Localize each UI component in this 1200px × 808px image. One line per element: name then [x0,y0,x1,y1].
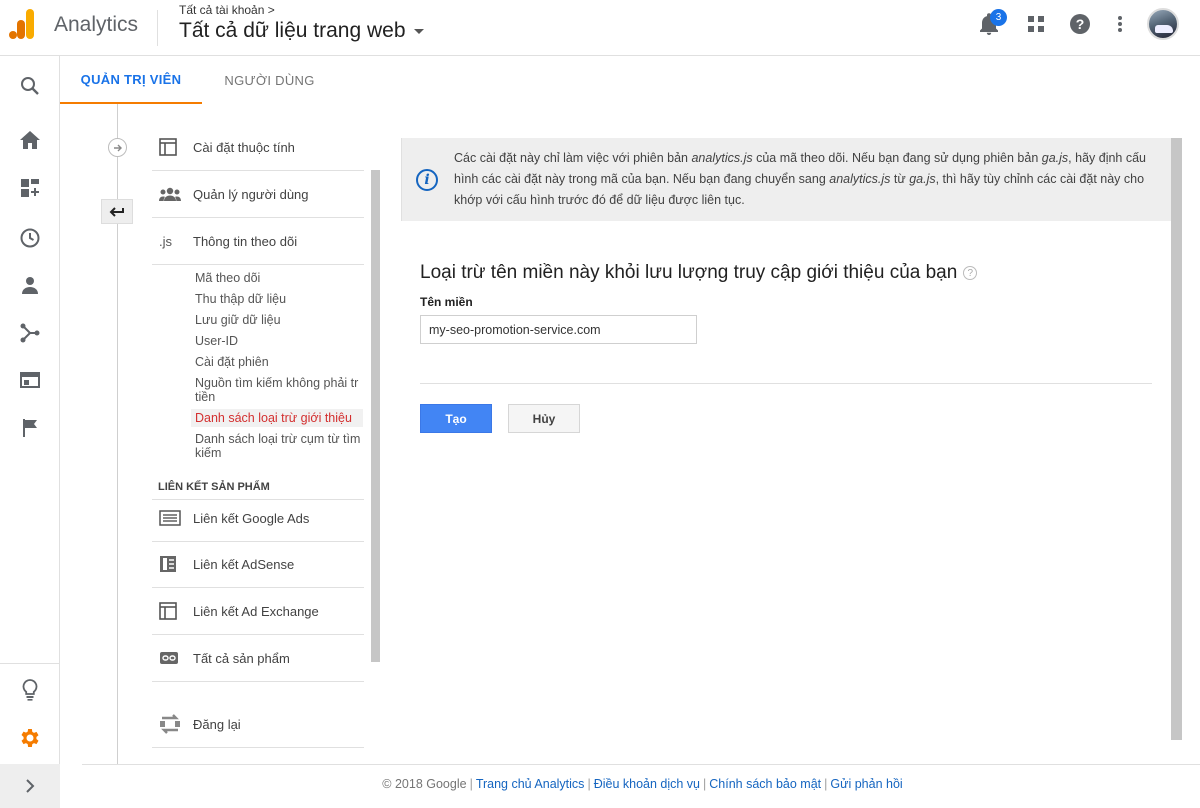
domain-field-label: Tên miền [420,295,473,309]
left-rail [0,56,60,808]
realtime-icon[interactable] [0,215,60,261]
sub-item-session-settings[interactable]: Cài đặt phiên [195,355,370,369]
nav-item-label: Liên kết Ad Exchange [193,603,319,619]
nav-item-property-settings[interactable]: Cài đặt thuộc tính [152,124,364,171]
nav-item-label: Liên kết Google Ads [193,510,310,526]
form-title: Loại trừ tên miền này khỏi lưu lượng tru… [420,262,978,284]
nav-scrollbar[interactable] [371,170,380,662]
google-ads-icon [152,510,193,526]
audience-icon[interactable] [0,262,60,308]
nav-item-label: Đăng lại [193,716,241,732]
form-divider [420,383,1152,384]
caret-down-icon [413,28,424,34]
domain-input[interactable] [420,315,697,344]
nav-item-adsense-linking[interactable]: Liên kết AdSense [152,541,364,588]
section-title-product-linking: LIÊN KẾT SẢN PHẨM [158,481,270,493]
discover-lightbulb-icon[interactable] [0,667,60,713]
nav-item-tracking-info[interactable]: .js Thông tin theo dõi [152,218,364,265]
tab-user[interactable]: NGƯỜI DÙNG [202,56,337,104]
go-forward-icon[interactable] [108,138,127,157]
nav-item-label: Liên kết AdSense [193,556,295,572]
help-question-icon[interactable]: ? [963,266,978,280]
home-icon[interactable] [0,117,60,163]
back-arrow-icon [109,206,124,217]
nav-item-label: Cài đặt thuộc tính [193,139,295,155]
admin-gear-icon[interactable] [0,715,60,761]
postbacks-icon [152,714,193,734]
app-name: Analytics [54,13,139,36]
nav-item-label: Tất cả sản phẩm [193,650,290,666]
analytics-logo-icon[interactable] [9,9,35,39]
footer-link-terms[interactable]: Điều khoản dịch vụ [594,777,700,791]
app-header: Analytics Tất cả tài khoản > Tất cả dữ l… [0,0,1200,56]
info-icon: i [416,169,438,191]
conversions-flag-icon[interactable] [0,405,60,451]
property-settings-icon [152,138,193,156]
users-icon [152,187,193,201]
sub-item-referral-exclusion-list[interactable]: Danh sách loại trừ giới thiệu [191,409,363,427]
nav-item-postbacks[interactable]: Đăng lại [152,701,364,748]
ad-exchange-icon [152,602,193,620]
nav-item-all-products[interactable]: Tất cả sản phẩm [152,635,364,682]
sub-item-user-id[interactable]: User-ID [195,334,370,348]
acquisition-icon[interactable] [0,310,60,356]
nav-item-label: Thông tin theo dõi [193,233,298,249]
breadcrumb[interactable]: Tất cả tài khoản > [179,3,275,17]
nav-item-label: Quản lý người dùng [193,186,309,202]
info-text: Các cài đặt này chỉ làm việc với phiên b… [454,151,1147,207]
panel-scrollbar[interactable] [1171,138,1182,740]
form-title-text: Loại trừ tên miền này khỏi lưu lượng tru… [420,262,958,283]
nav-item-ad-exchange-linking[interactable]: Liên kết Ad Exchange [152,588,364,635]
footer-link-privacy[interactable]: Chính sách bảo mật [709,777,821,791]
nav-item-user-management[interactable]: Quản lý người dùng [152,171,364,218]
help-icon[interactable]: ? [1068,12,1092,36]
svg-text:?: ? [1076,16,1085,32]
nav-item-google-ads-linking[interactable]: Liên kết Google Ads [152,495,364,542]
apps-grid-icon[interactable] [1024,12,1048,36]
sub-item-data-retention[interactable]: Lưu giữ dữ liệu [195,313,370,327]
notification-badge: 3 [990,9,1007,26]
admin-tabs: QUẢN TRỊ VIÊN NGƯỜI DÙNG [60,56,1200,104]
sub-item-search-term-exclusion-list[interactable]: Danh sách loại trừ cụm từ tìm kiếm [195,432,370,460]
customization-icon[interactable] [0,165,60,211]
footer: © 2018 Google | Trang chủ Analytics | Điều k… [382,777,903,791]
header-divider [157,10,158,46]
footer-link-feedback[interactable]: Gửi phản hồi [830,777,902,791]
copyright: © 2018 Google [382,777,467,791]
behavior-icon[interactable] [0,357,60,403]
back-arrow-button[interactable] [101,199,133,224]
sub-item-tracking-code[interactable]: Mã theo dõi [195,271,370,285]
account-avatar[interactable] [1147,8,1179,40]
tab-admin[interactable]: QUẢN TRỊ VIÊN [60,56,202,104]
more-vert-icon[interactable] [1108,12,1132,36]
rail-divider [0,663,60,664]
js-icon: .js [159,233,172,249]
sub-item-organic-search-sources[interactable]: Nguồn tìm kiếm không phải tr tiền [195,376,370,404]
footer-divider [82,764,1200,765]
search-icon[interactable] [0,63,60,109]
footer-link-analytics-home[interactable]: Trang chủ Analytics [476,777,585,791]
cancel-button[interactable]: Hủy [508,404,580,433]
info-notice: i Các cài đặt này chỉ làm việc với phiên… [401,138,1171,221]
create-button[interactable]: Tạo [420,404,492,433]
all-products-link-icon [152,651,193,665]
property-selector[interactable]: Tất cả dữ liệu trang web [179,19,424,43]
adsense-icon [152,555,193,573]
sub-item-data-collection[interactable]: Thu thập dữ liệu [195,292,370,306]
property-selector-label: Tất cả dữ liệu trang web [179,19,406,42]
